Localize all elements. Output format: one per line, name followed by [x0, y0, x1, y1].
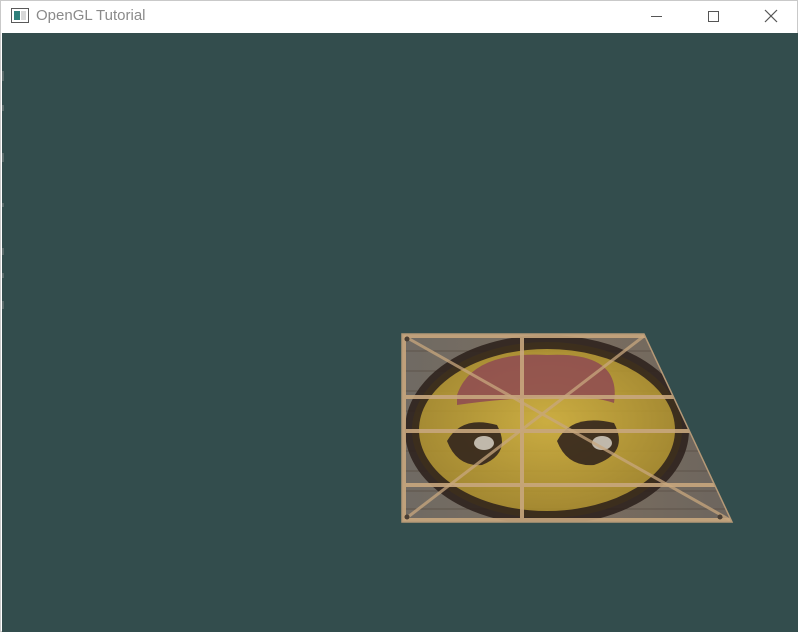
- minimize-button[interactable]: [627, 1, 685, 31]
- opengl-viewport[interactable]: [2, 33, 798, 632]
- window-title: OpenGL Tutorial: [36, 7, 146, 24]
- textured-quad: [401, 333, 734, 523]
- maximize-icon: [707, 10, 719, 22]
- close-button[interactable]: [742, 1, 798, 31]
- app-window: OpenGL Tutorial: [0, 0, 798, 632]
- opengl-window-icon: [11, 8, 29, 23]
- minimize-icon: [650, 15, 662, 17]
- close-icon: [764, 9, 778, 23]
- maximize-button[interactable]: [684, 1, 742, 31]
- title-bar[interactable]: OpenGL Tutorial: [1, 1, 797, 33]
